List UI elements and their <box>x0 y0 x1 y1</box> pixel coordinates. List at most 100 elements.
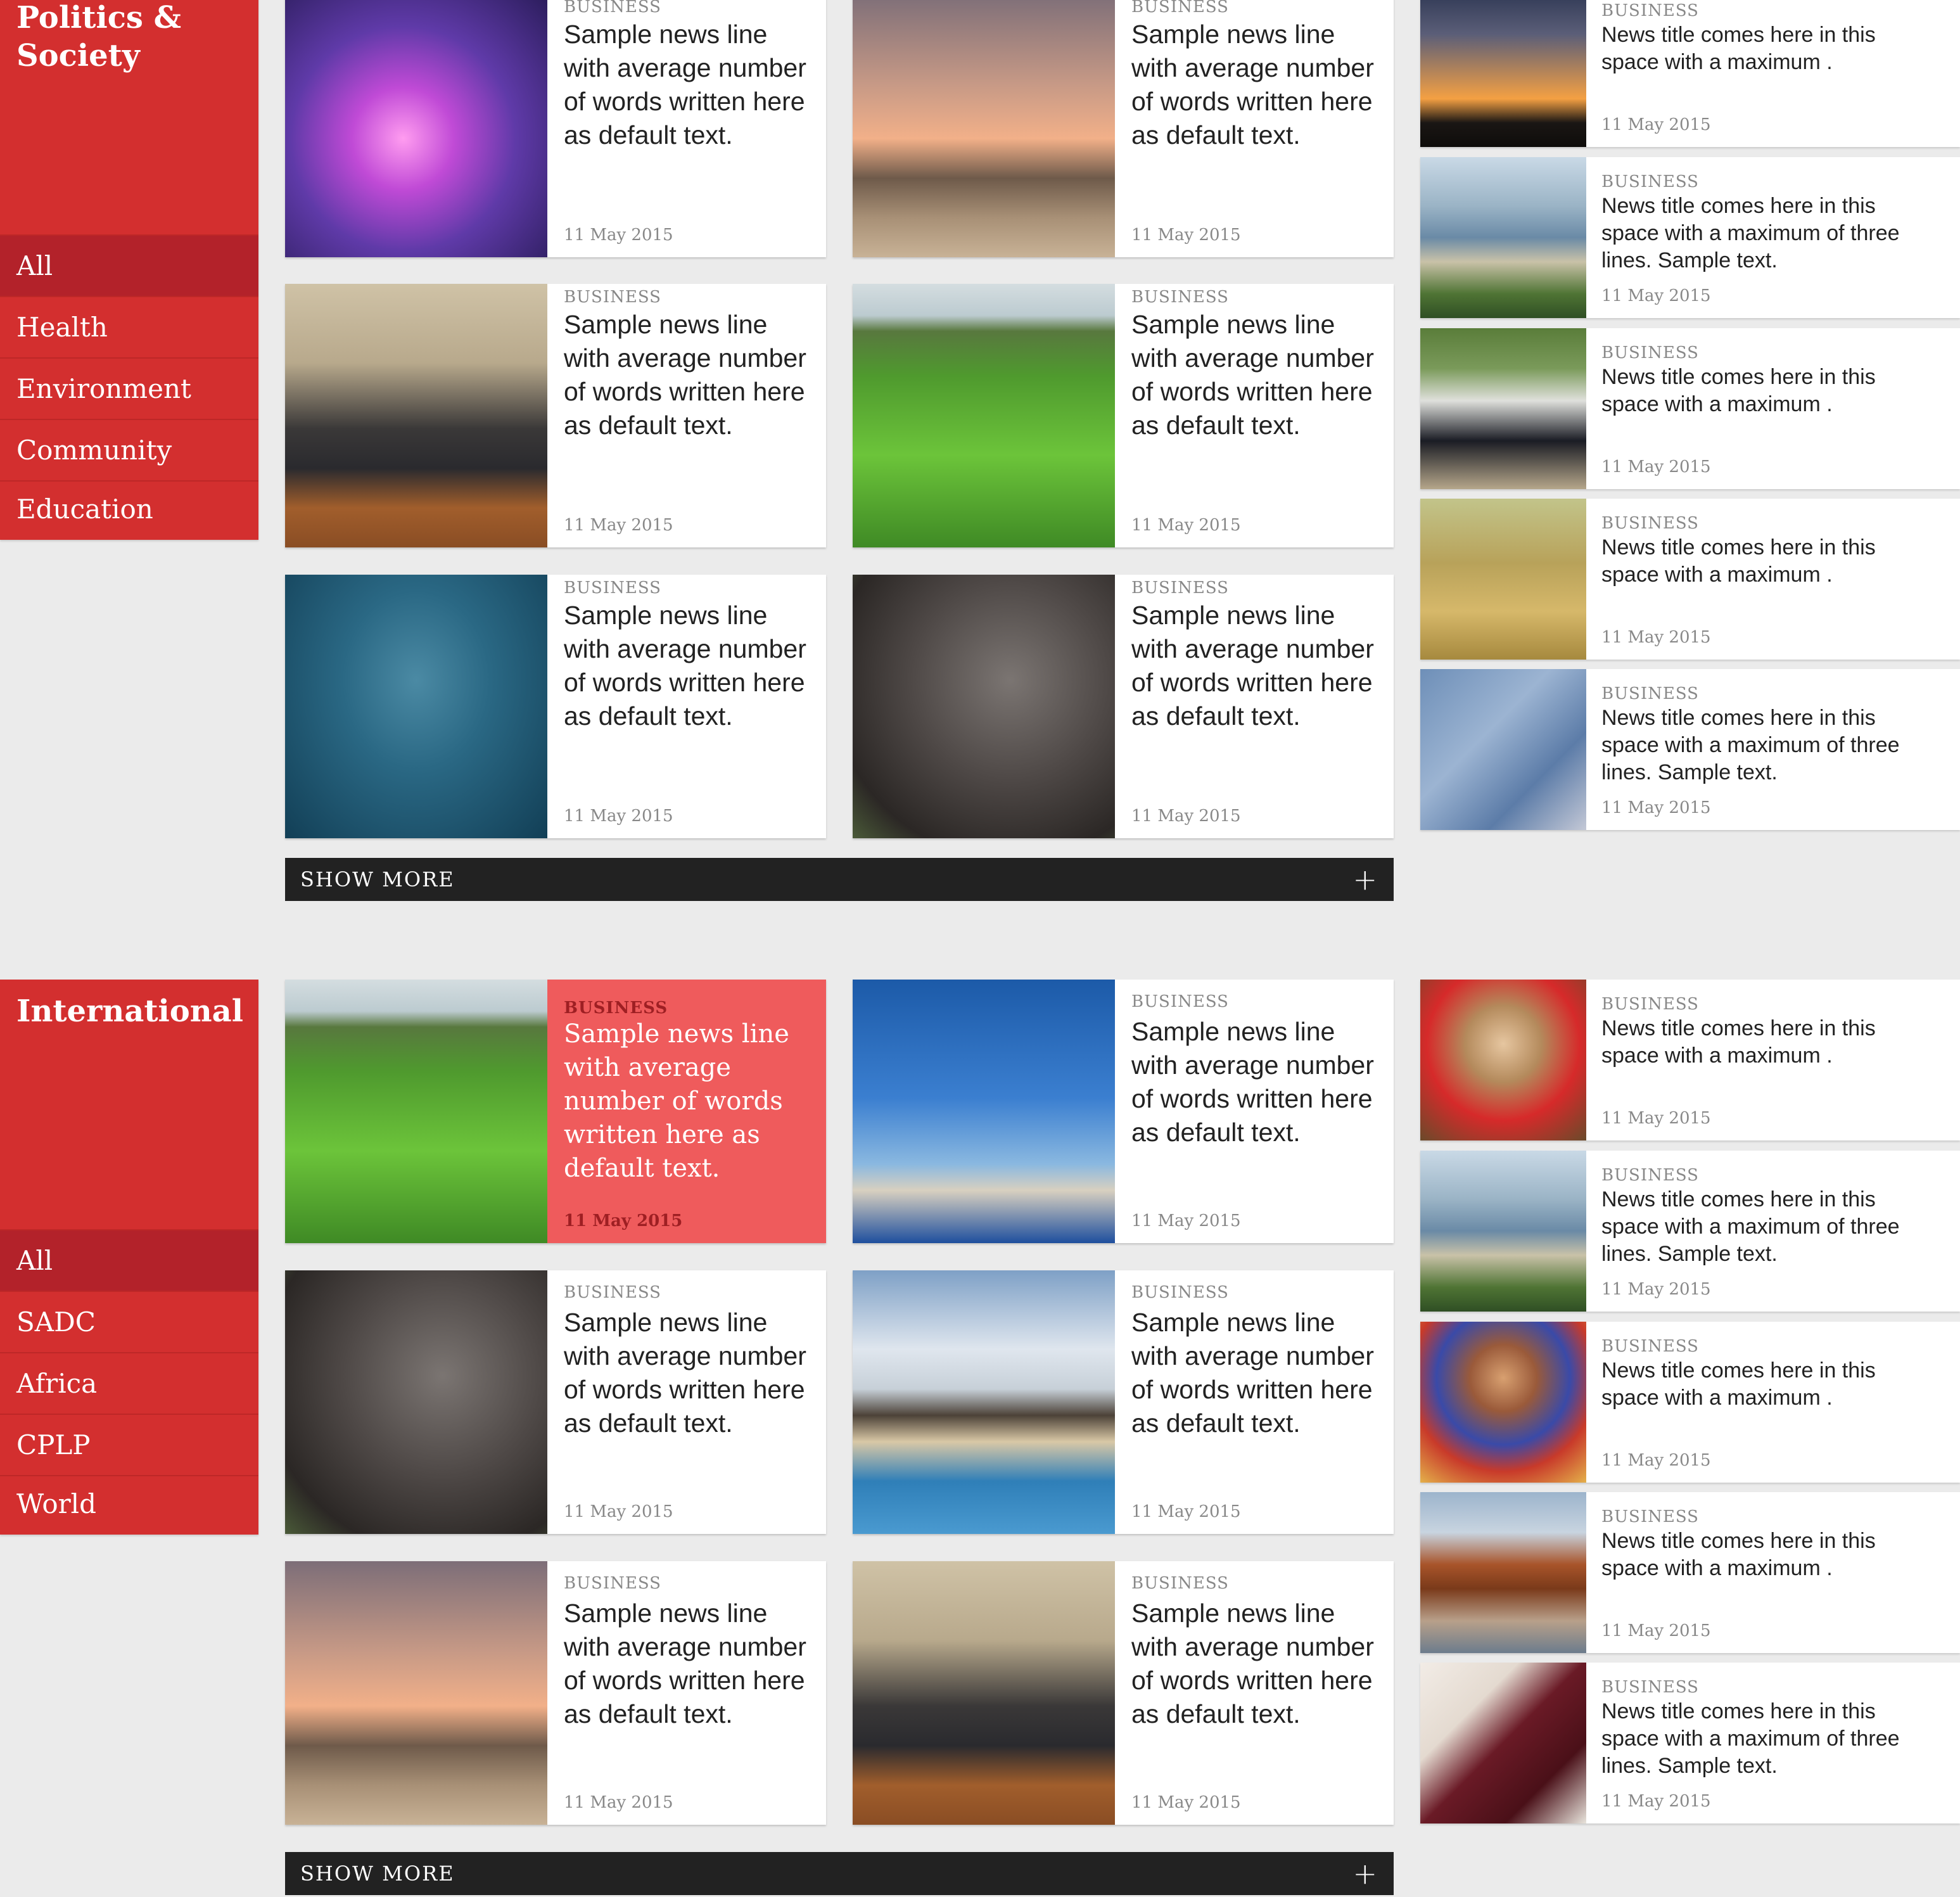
card-headline[interactable]: Sample news line with average number of … <box>564 1018 813 1185</box>
card-category: BUSINESS <box>564 1283 661 1302</box>
list-headline[interactable]: News title comes here in this space with… <box>1601 193 1931 274</box>
featured-news-card[interactable]: BUSINESS Sample news line with average n… <box>285 980 826 1243</box>
nav-item-world[interactable]: World <box>0 1475 258 1535</box>
list-headline[interactable]: News title comes here in this space with… <box>1601 1698 1931 1780</box>
list-headline[interactable]: News title comes here in this space with… <box>1601 1015 1931 1070</box>
colorful-dress-photo <box>1420 1322 1586 1483</box>
news-card[interactable]: BUSINESS Sample news line with average n… <box>853 284 1394 547</box>
card-date: 11 May 2015 <box>1131 1502 1241 1521</box>
news-card[interactable]: BUSINESS Sample news line with average n… <box>285 0 826 257</box>
lake-shore-photo <box>1420 1151 1586 1312</box>
news-card[interactable]: BUSINESS Sample news line with average n… <box>853 1270 1394 1534</box>
card-headline[interactable]: Sample news line with average number of … <box>564 1597 813 1731</box>
list-category: BUSINESS <box>1601 1507 1699 1526</box>
nav-item-health[interactable]: Health <box>0 296 258 357</box>
show-more-label: SHOW MORE <box>300 867 455 891</box>
show-more-button[interactable]: SHOW MORE + <box>285 858 1394 901</box>
list-category: BUSINESS <box>1601 1166 1699 1185</box>
rock-arch-photo <box>1420 1492 1586 1653</box>
list-item[interactable]: BUSINESS News title comes here in this s… <box>1420 157 1960 318</box>
news-card[interactable]: BUSINESS Sample news line with average n… <box>853 575 1394 838</box>
card-headline[interactable]: Sample news line with average number of … <box>564 18 813 152</box>
news-card[interactable]: BUSINESS Sample news line with average n… <box>853 1561 1394 1825</box>
nav-item-sadc[interactable]: SADC <box>0 1291 258 1352</box>
card-date: 11 May 2015 <box>1131 807 1241 826</box>
lake-shore-photo <box>1420 157 1586 318</box>
card-category: BUSINESS <box>564 0 661 16</box>
card-category: BUSINESS <box>1131 288 1229 307</box>
card-headline[interactable]: Sample news line with average number of … <box>1131 1597 1381 1731</box>
list-headline[interactable]: News title comes here in this space with… <box>1601 22 1931 76</box>
card-body: BUSINESS Sample news line with average n… <box>547 0 826 257</box>
card-headline[interactable]: Sample news line with average number of … <box>564 599 813 733</box>
list-date: 11 May 2015 <box>1601 115 1711 134</box>
news-card[interactable]: BUSINESS Sample news line with average n… <box>285 284 826 547</box>
card-category: BUSINESS <box>564 1574 661 1593</box>
nav-item-cplp[interactable]: CPLP <box>0 1414 258 1475</box>
city-sunset-photo <box>1420 0 1586 147</box>
show-more-button[interactable]: SHOW MORE + <box>285 1852 1394 1895</box>
card-body: BUSINESS Sample news line with average n… <box>1115 980 1394 1243</box>
speaker-podium-photo <box>853 1561 1115 1825</box>
section-title: Politics & Society <box>16 0 181 73</box>
card-date: 11 May 2015 <box>564 516 673 535</box>
nav-item-all[interactable]: All <box>0 1229 258 1291</box>
passport-photo <box>1420 1663 1586 1824</box>
nav-item-all[interactable]: All <box>0 234 258 296</box>
list-item[interactable]: BUSINESS News title comes here in this s… <box>1420 1151 1960 1312</box>
rhino-photo <box>285 1270 547 1534</box>
card-category: BUSINESS <box>564 999 668 1018</box>
card-date: 11 May 2015 <box>564 1502 673 1521</box>
card-headline[interactable]: Sample news line with average number of … <box>1131 1306 1381 1440</box>
show-more-label: SHOW MORE <box>300 1862 455 1886</box>
card-category: BUSINESS <box>1131 992 1229 1011</box>
list-date: 11 May 2015 <box>1601 457 1711 476</box>
nav-item-environment[interactable]: Environment <box>0 357 258 419</box>
list-item[interactable]: BUSINESS News title comes here in this s… <box>1420 328 1960 489</box>
list-item[interactable]: BUSINESS News title comes here in this s… <box>1420 1492 1960 1653</box>
news-card[interactable]: BUSINESS Sample news line with average n… <box>285 1270 826 1534</box>
list-category: BUSINESS <box>1601 172 1699 191</box>
list-item[interactable]: BUSINESS News title comes here in this s… <box>1420 669 1960 830</box>
nav-item-africa[interactable]: Africa <box>0 1352 258 1414</box>
list-category: BUSINESS <box>1601 684 1699 703</box>
card-body: BUSINESS Sample news line with average n… <box>1115 284 1394 547</box>
list-item[interactable]: BUSINESS News title comes here in this s… <box>1420 0 1960 147</box>
list-category: BUSINESS <box>1601 343 1699 362</box>
list-item[interactable]: BUSINESS News title comes here in this s… <box>1420 499 1960 660</box>
list-headline[interactable]: News title comes here in this space with… <box>1601 705 1931 786</box>
list-headline[interactable]: News title comes here in this space with… <box>1601 534 1931 589</box>
card-headline[interactable]: Sample news line with average number of … <box>1131 18 1381 152</box>
news-card[interactable]: BUSINESS Sample news line with average n… <box>285 575 826 838</box>
card-body: BUSINESS Sample news line with average n… <box>1115 0 1394 257</box>
beach-sunset-photo <box>853 0 1115 257</box>
list-headline[interactable]: News title comes here in this space with… <box>1601 1186 1931 1268</box>
list-headline[interactable]: News title comes here in this space with… <box>1601 364 1931 418</box>
card-headline[interactable]: Sample news line with average number of … <box>564 1306 813 1440</box>
card-body: BUSINESS Sample news line with average n… <box>1115 1561 1394 1825</box>
nav-item-community[interactable]: Community <box>0 419 258 480</box>
list-date: 11 May 2015 <box>1601 1792 1711 1811</box>
list-headline[interactable]: News title comes here in this space with… <box>1601 1357 1931 1412</box>
list-headline[interactable]: News title comes here in this space with… <box>1601 1528 1931 1582</box>
list-date: 11 May 2015 <box>1601 628 1711 647</box>
list-item[interactable]: BUSINESS News title comes here in this s… <box>1420 1322 1960 1483</box>
deer-grass-photo <box>1420 499 1586 660</box>
card-headline[interactable]: Sample news line with average number of … <box>1131 308 1381 442</box>
list-date: 11 May 2015 <box>1601 1280 1711 1299</box>
card-category: BUSINESS <box>564 578 661 597</box>
card-body: BUSINESS Sample news line with average n… <box>547 980 826 1243</box>
news-card[interactable]: BUSINESS Sample news line with average n… <box>853 980 1394 1243</box>
list-item[interactable]: BUSINESS News title comes here in this s… <box>1420 980 1960 1140</box>
news-card[interactable]: BUSINESS Sample news line with average n… <box>285 1561 826 1825</box>
card-date: 11 May 2015 <box>564 226 673 245</box>
card-category: BUSINESS <box>1131 1574 1229 1593</box>
card-headline[interactable]: Sample news line with average number of … <box>564 308 813 442</box>
list-item[interactable]: BUSINESS News title comes here in this s… <box>1420 1663 1960 1824</box>
card-date: 11 May 2015 <box>564 1211 683 1230</box>
card-headline[interactable]: Sample news line with average number of … <box>1131 599 1381 733</box>
news-card[interactable]: BUSINESS Sample news line with average n… <box>853 0 1394 257</box>
card-headline[interactable]: Sample news line with average number of … <box>1131 1015 1381 1149</box>
nav-item-education[interactable]: Education <box>0 480 258 540</box>
list-category: BUSINESS <box>1601 514 1699 533</box>
